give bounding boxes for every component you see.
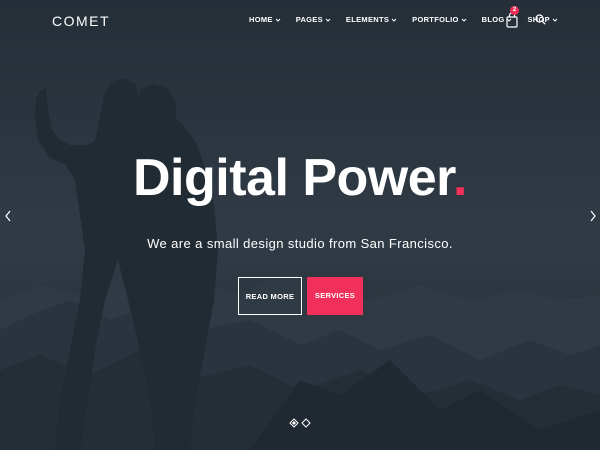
slide-indicator-active[interactable] [289, 418, 299, 428]
site-logo[interactable]: COMET [52, 13, 110, 29]
chevron-left-icon[interactable] [4, 209, 12, 223]
hero-headline: Digital Power. [0, 148, 600, 208]
nav-item-label: HOME [249, 15, 273, 24]
nav-item-portfolio[interactable]: PORTFOLIO [412, 15, 466, 24]
chevron-down-icon [461, 18, 466, 22]
nav-item-elements[interactable]: ELEMENTS [346, 15, 397, 24]
nav-item-home[interactable]: HOME [249, 15, 281, 24]
nav-item-label: ELEMENTS [345, 15, 390, 24]
hero-slider [0, 0, 600, 450]
read-more-button[interactable]: READ MORE [238, 277, 302, 315]
nav-item-label: BLOG [481, 15, 505, 24]
chevron-down-icon [391, 18, 397, 22]
nav-item-label: PAGES [295, 15, 323, 24]
chevron-down-icon [325, 18, 331, 22]
main-nav: HOME PAGES ELEMENTS PORTFOLIO BLOG SHOP [249, 15, 573, 24]
chevron-down-icon [275, 18, 281, 22]
hero-subline: We are a small design studio from San Fr… [147, 236, 453, 251]
nav-item-pages[interactable]: PAGES [296, 15, 331, 24]
chevron-right-icon[interactable] [589, 209, 597, 223]
hero-overlay [0, 0, 600, 450]
slider-pagination [289, 418, 313, 428]
services-button[interactable]: SERVICES [307, 277, 363, 315]
hero-headline-dot: . [453, 149, 467, 207]
nav-item-label: PORTFOLIO [412, 15, 459, 24]
search-icon[interactable] [535, 14, 546, 25]
slide-indicator[interactable] [301, 418, 311, 428]
chevron-down-icon [552, 18, 558, 22]
hero-headline-text: Digital Power [133, 149, 454, 207]
cart-count-badge: 2 [510, 6, 519, 15]
